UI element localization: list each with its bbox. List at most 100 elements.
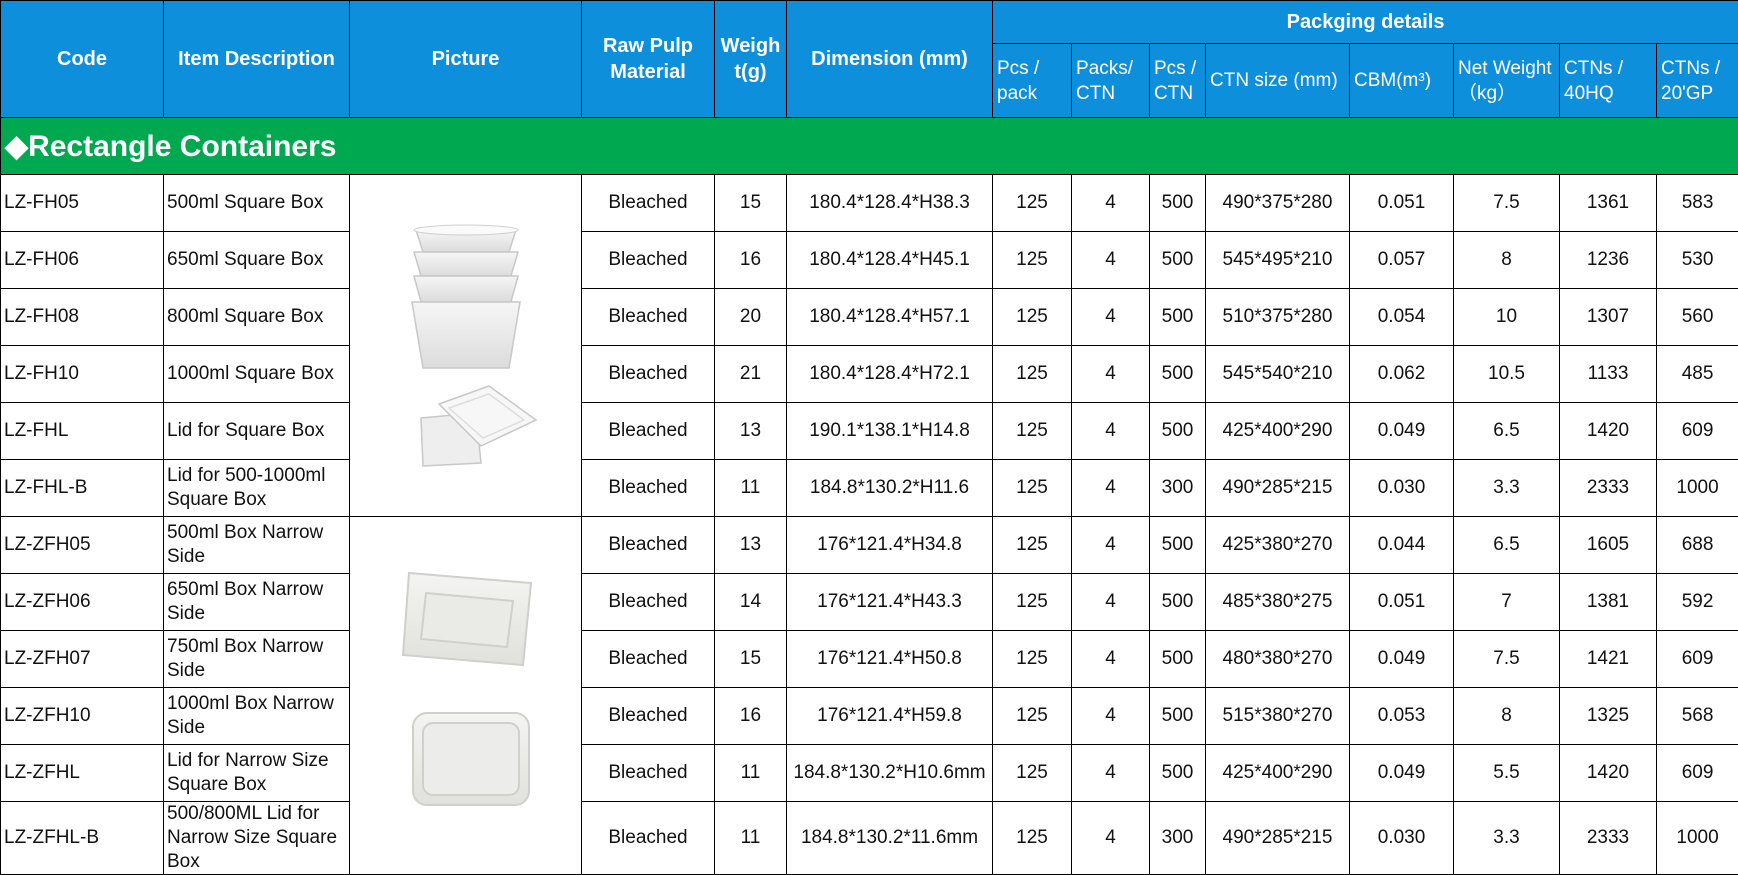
table-row: LZ-FH05500ml Square Box Bleached15180.4*… <box>1 175 1738 232</box>
row-weight: 11 <box>715 802 787 875</box>
spec-table: Code Item Description Picture Raw Pulp M… <box>0 0 1738 875</box>
table-row: LZ-FHLLid for Square BoxBleached13190.1*… <box>1 403 1738 460</box>
row-pcs-ctn: 500 <box>1150 346 1206 403</box>
row-ctn-size: 545*495*210 <box>1206 232 1350 289</box>
header-pcs-ctn: Pcs / CTN <box>1150 44 1206 118</box>
row-ctn-size: 545*540*210 <box>1206 346 1350 403</box>
row-material: Bleached <box>582 517 715 574</box>
row-packs-ctn: 4 <box>1072 574 1150 631</box>
row-ctn-size: 515*380*270 <box>1206 688 1350 745</box>
row-ctns-20gp: 568 <box>1657 688 1738 745</box>
row-dimension: 184.8*130.2*H10.6mm <box>787 745 993 802</box>
row-weight: 11 <box>715 745 787 802</box>
row-cbm: 0.030 <box>1350 802 1454 875</box>
row-dimension: 184.8*130.2*H11.6 <box>787 460 993 517</box>
row-packs-ctn: 4 <box>1072 232 1150 289</box>
row-pcs-ctn: 500 <box>1150 631 1206 688</box>
row-pcs-pack: 125 <box>993 232 1072 289</box>
picture-narrow-boxes <box>350 517 582 875</box>
row-dimension: 176*121.4*H43.3 <box>787 574 993 631</box>
header-item-description: Item Description <box>164 1 350 118</box>
row-description: 500/800ML Lid for Narrow Size Square Box <box>164 802 350 875</box>
row-code: LZ-ZFHL <box>1 745 164 802</box>
row-material: Bleached <box>582 802 715 875</box>
row-pcs-ctn: 500 <box>1150 574 1206 631</box>
row-net-weight: 7.5 <box>1454 631 1560 688</box>
row-packs-ctn: 4 <box>1072 802 1150 875</box>
row-pcs-pack: 125 <box>993 460 1072 517</box>
row-pcs-ctn: 500 <box>1150 688 1206 745</box>
row-packs-ctn: 4 <box>1072 460 1150 517</box>
row-dimension: 180.4*128.4*H57.1 <box>787 289 993 346</box>
row-description: 1000ml Box Narrow Side <box>164 688 350 745</box>
row-packs-ctn: 4 <box>1072 631 1150 688</box>
row-ctns-20gp: 609 <box>1657 403 1738 460</box>
row-cbm: 0.057 <box>1350 232 1454 289</box>
row-ctns-40hq: 1325 <box>1560 688 1657 745</box>
row-packs-ctn: 4 <box>1072 517 1150 574</box>
table-row: LZ-FH101000ml Square BoxBleached21180.4*… <box>1 346 1738 403</box>
row-dimension: 184.8*130.2*11.6mm <box>787 802 993 875</box>
row-net-weight: 10 <box>1454 289 1560 346</box>
row-description: 650ml Box Narrow Side <box>164 574 350 631</box>
row-cbm: 0.044 <box>1350 517 1454 574</box>
header-dimension: Dimension (mm) <box>787 1 993 118</box>
row-ctn-size: 485*380*275 <box>1206 574 1350 631</box>
row-pcs-pack: 125 <box>993 745 1072 802</box>
row-ctns-40hq: 1307 <box>1560 289 1657 346</box>
row-material: Bleached <box>582 460 715 517</box>
row-pcs-ctn: 300 <box>1150 802 1206 875</box>
row-ctn-size: 490*285*215 <box>1206 802 1350 875</box>
row-ctns-20gp: 530 <box>1657 232 1738 289</box>
row-pcs-ctn: 500 <box>1150 289 1206 346</box>
row-pcs-pack: 125 <box>993 289 1072 346</box>
row-net-weight: 6.5 <box>1454 403 1560 460</box>
row-weight: 13 <box>715 517 787 574</box>
row-pcs-pack: 125 <box>993 574 1072 631</box>
row-ctn-size: 425*400*290 <box>1206 745 1350 802</box>
row-ctns-20gp: 1000 <box>1657 802 1738 875</box>
row-ctns-20gp: 609 <box>1657 631 1738 688</box>
row-ctn-size: 490*375*280 <box>1206 175 1350 232</box>
row-cbm: 0.054 <box>1350 289 1454 346</box>
row-dimension: 176*121.4*H34.8 <box>787 517 993 574</box>
row-weight: 20 <box>715 289 787 346</box>
row-ctns-20gp: 560 <box>1657 289 1738 346</box>
row-ctns-40hq: 1133 <box>1560 346 1657 403</box>
section-title: ◆Rectangle Containers <box>1 118 1738 175</box>
row-ctns-40hq: 1361 <box>1560 175 1657 232</box>
row-net-weight: 8 <box>1454 688 1560 745</box>
row-net-weight: 3.3 <box>1454 460 1560 517</box>
row-code: LZ-ZFHL-B <box>1 802 164 875</box>
row-code: LZ-FH10 <box>1 346 164 403</box>
row-code: LZ-FH08 <box>1 289 164 346</box>
table-row: LZ-FH08800ml Square BoxBleached20180.4*1… <box>1 289 1738 346</box>
row-code: LZ-ZFH07 <box>1 631 164 688</box>
row-net-weight: 7.5 <box>1454 175 1560 232</box>
row-dimension: 180.4*128.4*H72.1 <box>787 346 993 403</box>
header-cbm: CBM(m³) <box>1350 44 1454 118</box>
row-material: Bleached <box>582 688 715 745</box>
square-box-stack-image <box>381 208 551 478</box>
row-weight: 16 <box>715 688 787 745</box>
row-packs-ctn: 4 <box>1072 688 1150 745</box>
row-dimension: 190.1*138.1*H14.8 <box>787 403 993 460</box>
table-row: LZ-ZFH101000ml Box Narrow SideBleached16… <box>1 688 1738 745</box>
row-packs-ctn: 4 <box>1072 346 1150 403</box>
row-net-weight: 3.3 <box>1454 802 1560 875</box>
row-pcs-pack: 125 <box>993 631 1072 688</box>
row-ctns-40hq: 1605 <box>1560 517 1657 574</box>
row-pcs-pack: 125 <box>993 175 1072 232</box>
row-code: LZ-FHL-B <box>1 460 164 517</box>
header-raw-pulp-material: Raw Pulp Material <box>582 1 715 118</box>
row-pcs-ctn: 500 <box>1150 403 1206 460</box>
row-cbm: 0.049 <box>1350 631 1454 688</box>
row-description: 750ml Box Narrow Side <box>164 631 350 688</box>
row-ctns-20gp: 583 <box>1657 175 1738 232</box>
row-packs-ctn: 4 <box>1072 175 1150 232</box>
row-dimension: 176*121.4*H50.8 <box>787 631 993 688</box>
row-material: Bleached <box>582 346 715 403</box>
header-code: Code <box>1 1 164 118</box>
row-net-weight: 6.5 <box>1454 517 1560 574</box>
row-weight: 21 <box>715 346 787 403</box>
